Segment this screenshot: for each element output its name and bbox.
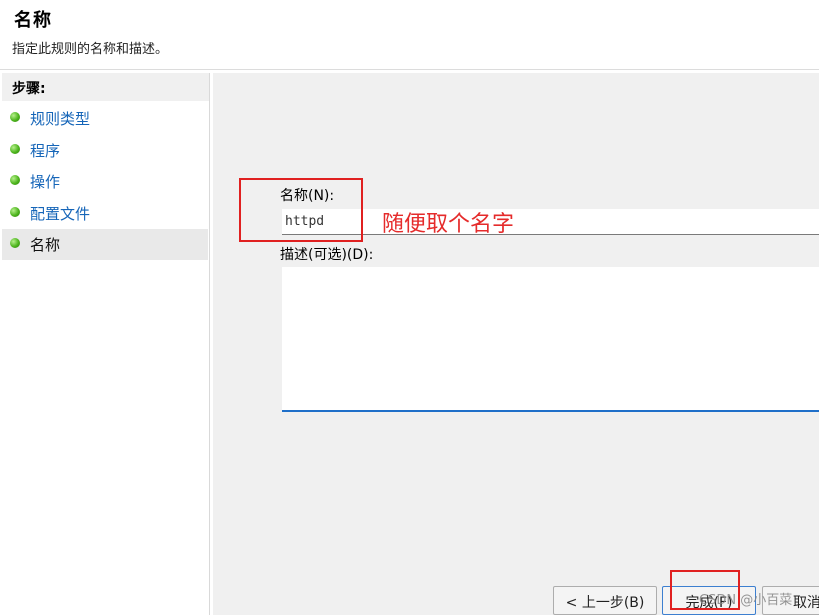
step-label: 名称 [30, 236, 61, 254]
steps-heading: 步骤: [2, 73, 209, 101]
step-label: 规则类型 [30, 110, 91, 128]
content-area: 名称(N): 描述(可选)(D): [213, 73, 819, 615]
step-item-action[interactable]: 操作 [2, 166, 208, 197]
step-status-dot-icon [10, 175, 20, 185]
step-status-dot-icon [10, 238, 20, 248]
page-title: 名称 [14, 10, 52, 31]
step-item-profile[interactable]: 配置文件 [2, 198, 208, 229]
step-status-dot-icon [10, 207, 20, 217]
step-status-dot-icon [10, 144, 20, 154]
step-item-name[interactable]: 名称 [2, 229, 208, 260]
page-subtitle: 指定此规则的名称和描述。 [12, 42, 169, 57]
step-label: 配置文件 [30, 205, 91, 223]
name-field[interactable] [282, 209, 819, 235]
description-field[interactable] [282, 267, 819, 412]
step-label: 操作 [30, 173, 61, 191]
steps-panel: 步骤: 规则类型 程序 操作 配置文件 名称 [2, 73, 210, 615]
wizard-header: 名称 指定此规则的名称和描述。 [0, 0, 819, 70]
annotation-text: 随便取个名字 [382, 212, 515, 237]
name-field-label: 名称(N): [280, 188, 335, 204]
step-status-dot-icon [10, 112, 20, 122]
description-field-label: 描述(可选)(D): [280, 247, 374, 263]
watermark: CSDN @小百菜 [699, 593, 793, 608]
step-item-program[interactable]: 程序 [2, 135, 208, 166]
step-item-rule-type[interactable]: 规则类型 [2, 103, 208, 134]
back-button[interactable]: < 上一步(B) [553, 586, 657, 615]
step-label: 程序 [30, 142, 61, 160]
